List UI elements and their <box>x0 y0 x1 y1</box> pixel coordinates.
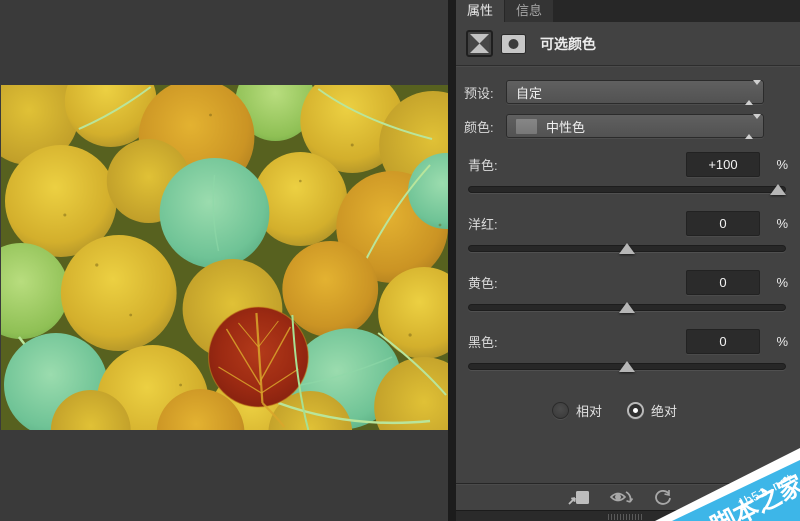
black-slider-thumb[interactable] <box>619 361 635 372</box>
yellow-value-field[interactable]: 0 <box>686 270 760 295</box>
properties-panel: 属性 信息 可选颜色 <box>456 0 800 521</box>
cyan-percent-sign: % <box>768 157 788 172</box>
document-photo-leaves[interactable] <box>1 85 448 430</box>
preset-row: 预设: 自定 <box>456 80 800 104</box>
selective-color-adjustment-icon[interactable] <box>466 30 493 57</box>
neutral-color-swatch <box>516 119 537 134</box>
black-percent-sign: % <box>768 334 788 349</box>
color-row: 颜色: 中性色 <box>456 114 800 138</box>
layer-mask-icon[interactable] <box>501 34 526 54</box>
black-value-field[interactable]: 0 <box>686 329 760 354</box>
magenta-slider-group: 洋红: 0 % <box>456 210 800 256</box>
preset-value: 自定 <box>516 83 542 102</box>
magenta-value-field[interactable]: 0 <box>686 211 760 236</box>
cyan-slider-track[interactable] <box>468 186 786 193</box>
panel-spacer <box>456 420 800 483</box>
absolute-radio[interactable]: 绝对 <box>627 401 677 420</box>
magenta-label: 洋红: <box>468 214 686 233</box>
panel-divider <box>448 0 456 521</box>
magenta-percent-sign: % <box>768 216 788 231</box>
view-previous-state-icon[interactable] <box>609 489 635 506</box>
tab-info[interactable]: 信息 <box>505 0 553 22</box>
color-dropdown[interactable]: 中性色 <box>506 114 764 138</box>
panel-header: 可选颜色 <box>456 22 800 66</box>
black-label: 黑色: <box>468 332 686 351</box>
yellow-slider-group: 黄色: 0 % <box>456 269 800 315</box>
magenta-slider-thumb[interactable] <box>619 243 635 254</box>
dropdown-arrows-icon <box>745 119 754 134</box>
photoshop-workspace: 属性 信息 可选颜色 <box>0 0 800 521</box>
tab-properties[interactable]: 属性 <box>456 0 504 22</box>
dropdown-arrows-icon <box>745 85 754 100</box>
panel-toolbar <box>456 483 800 510</box>
preset-label: 预设: <box>464 83 506 102</box>
black-slider-group: 黑色: 0 % <box>456 328 800 374</box>
color-label: 颜色: <box>464 117 506 136</box>
tab-info-label: 信息 <box>516 3 542 18</box>
adjustment-title: 可选颜色 <box>540 34 596 54</box>
cyan-label: 青色: <box>468 155 686 174</box>
relative-radio[interactable]: 相对 <box>552 401 602 420</box>
absolute-radio-label: 绝对 <box>651 401 677 420</box>
clip-to-layer-icon[interactable] <box>568 489 590 506</box>
reset-icon[interactable] <box>654 489 672 506</box>
cyan-value-field[interactable]: +100 <box>686 152 760 177</box>
tabbar-spacer <box>554 0 800 22</box>
cyan-slider-group: 青色: +100 % <box>456 151 800 197</box>
absolute-radio-circle[interactable] <box>627 402 644 419</box>
canvas-area[interactable] <box>0 0 448 521</box>
cyan-slider-thumb[interactable] <box>770 184 786 195</box>
resize-grip[interactable] <box>608 514 642 520</box>
yellow-percent-sign: % <box>768 275 788 290</box>
panel-tabbar: 属性 信息 <box>456 0 800 22</box>
tab-properties-label: 属性 <box>467 3 493 18</box>
method-radio-row: 相对 绝对 <box>456 401 800 420</box>
relative-radio-label: 相对 <box>576 401 602 420</box>
preset-dropdown[interactable]: 自定 <box>506 80 764 104</box>
relative-radio-circle[interactable] <box>552 402 569 419</box>
color-value: 中性色 <box>546 117 585 136</box>
panel-bottom-strip <box>456 510 800 521</box>
yellow-slider-thumb[interactable] <box>619 302 635 313</box>
yellow-label: 黄色: <box>468 273 686 292</box>
